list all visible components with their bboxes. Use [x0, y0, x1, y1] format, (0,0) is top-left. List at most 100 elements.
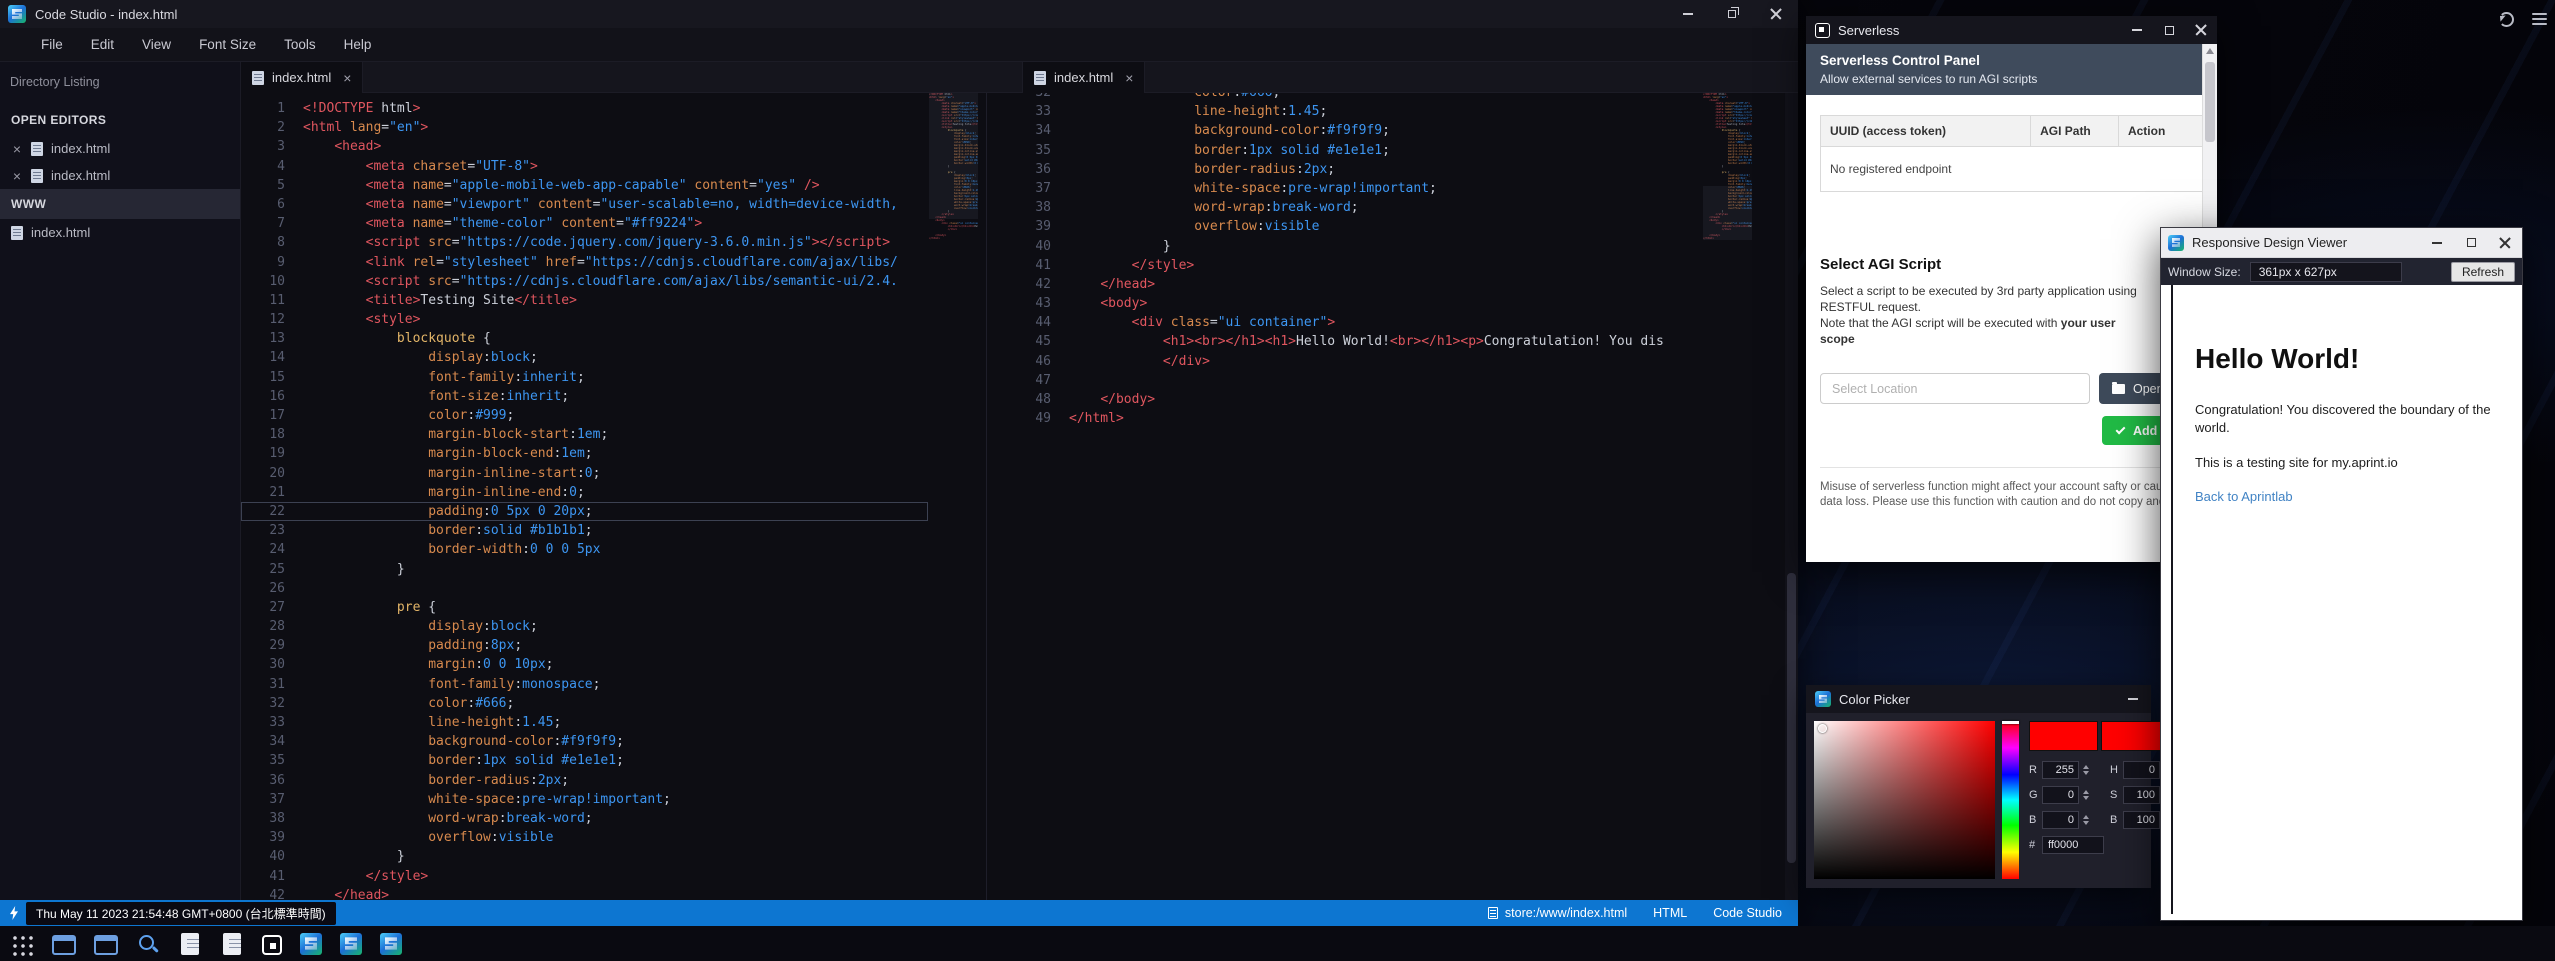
- code-line[interactable]: 36 border-radius:2px;: [987, 160, 1703, 179]
- code-line[interactable]: 1<!DOCTYPE html>: [241, 99, 928, 118]
- code-line[interactable]: 23 border:solid #b1b1b1;: [241, 521, 928, 540]
- stepper-icon[interactable]: [2083, 787, 2089, 803]
- code-line[interactable]: 19 margin-block-end:1em;: [241, 444, 928, 463]
- code-line[interactable]: 43 <body>: [987, 294, 1703, 313]
- menu-item-tools[interactable]: Tools: [271, 31, 329, 58]
- saturation-value[interactable]: 100: [2123, 786, 2160, 804]
- red-value[interactable]: 255: [2042, 761, 2079, 779]
- code-line[interactable]: 30 margin:0 0 10px;: [241, 655, 928, 674]
- tab-index-html-2[interactable]: index.html ×: [1022, 62, 1145, 93]
- sidebar-item-index.html[interactable]: index.html: [0, 219, 240, 246]
- code-line[interactable]: 32 color:#666;: [241, 694, 928, 713]
- document-icon[interactable]: [181, 933, 199, 955]
- code-studio-icon[interactable]: [300, 933, 322, 955]
- code-line[interactable]: 26: [241, 579, 928, 598]
- code-studio-icon[interactable]: [340, 933, 362, 955]
- minimap[interactable]: <!DOCTYPE html><html lang="en"> <head> <…: [1703, 93, 1752, 240]
- sidebar-section-open-editors[interactable]: OPEN EDITORS: [0, 105, 240, 135]
- sidebar-item-index.html[interactable]: ×index.html: [0, 135, 240, 162]
- code-line[interactable]: 24 border-width:0 0 0 5px: [241, 540, 928, 559]
- code-line[interactable]: 7 <meta name="theme-color" content="#ff9…: [241, 214, 928, 233]
- code-line[interactable]: 32 color:#666;: [987, 93, 1703, 102]
- editor-pane-left[interactable]: 1<!DOCTYPE html>2<html lang="en">3 <head…: [241, 93, 986, 900]
- code-line[interactable]: 34 background-color:#f9f9f9;: [987, 121, 1703, 140]
- code-line[interactable]: 40 }: [987, 237, 1703, 256]
- minimap-viewport[interactable]: [929, 93, 978, 219]
- minimap[interactable]: <!DOCTYPE html><html lang="en"> <head> <…: [929, 93, 978, 240]
- code-line[interactable]: 9 <link rel="stylesheet" href="https://c…: [241, 253, 928, 272]
- code-line[interactable]: 29 padding:8px;: [241, 636, 928, 655]
- code-line[interactable]: 33 line-height:1.45;: [241, 713, 928, 732]
- code-line[interactable]: 46 </div>: [987, 352, 1703, 371]
- code-line[interactable]: 2<html lang="en">: [241, 118, 928, 137]
- code-line[interactable]: 18 margin-block-start:1em;: [241, 425, 928, 444]
- menu-item-file[interactable]: File: [28, 31, 76, 58]
- stepper-icon[interactable]: [2083, 812, 2089, 828]
- hex-value[interactable]: ff0000: [2042, 836, 2104, 854]
- code-line[interactable]: 35 border:1px solid #e1e1e1;: [241, 751, 928, 770]
- code-studio-icon[interactable]: [380, 933, 402, 955]
- scrollbar-thumb[interactable]: [1787, 573, 1796, 863]
- code-line[interactable]: 42 </head>: [241, 886, 928, 900]
- minimize-button[interactable]: [1666, 0, 1710, 28]
- code-line[interactable]: 6 <meta name="viewport" content="user-sc…: [241, 195, 928, 214]
- hue-cursor[interactable]: [2002, 721, 2019, 724]
- maximize-button[interactable]: [2153, 16, 2185, 44]
- minimap-viewport[interactable]: [1703, 186, 1752, 240]
- status-language[interactable]: HTML: [1653, 906, 1687, 920]
- code-line[interactable]: 37 white-space:pre-wrap!important;: [241, 790, 928, 809]
- code-line[interactable]: 13 blockquote {: [241, 329, 928, 348]
- scroll-up-icon[interactable]: [2203, 44, 2217, 59]
- location-input[interactable]: [1820, 373, 2090, 404]
- editor-pane-right[interactable]: 32 color:#666;33 line-height:1.45;34 bac…: [987, 93, 1798, 900]
- code-line[interactable]: 20 margin-inline-start:0;: [241, 464, 928, 483]
- scrollbar[interactable]: [1785, 93, 1798, 900]
- code-line[interactable]: 10 <script src="https://cdnjs.cloudflare…: [241, 272, 928, 291]
- window-icon[interactable]: [52, 935, 76, 955]
- code-line[interactable]: 8 <script src="https://code.jquery.com/j…: [241, 233, 928, 252]
- code-line[interactable]: 41 </style>: [241, 867, 928, 886]
- code-line[interactable]: 40 }: [241, 847, 928, 866]
- code-line[interactable]: 12 <style>: [241, 310, 928, 329]
- code-line[interactable]: 22 padding:0 5px 0 20px;: [241, 502, 928, 521]
- code-line[interactable]: 33 line-height:1.45;: [987, 102, 1703, 121]
- code-line[interactable]: 42 </head>: [987, 275, 1703, 294]
- serverless-icon[interactable]: [262, 935, 282, 955]
- code-line[interactable]: 45 <h1><br></h1><h1>Hello World!<br></h1…: [987, 332, 1703, 351]
- app-grid-icon[interactable]: [10, 932, 34, 956]
- code-line[interactable]: 41 </style>: [987, 256, 1703, 275]
- code-line[interactable]: 5 <meta name="apple-mobile-web-app-capab…: [241, 176, 928, 195]
- code-line[interactable]: 38 word-wrap:break-word;: [987, 198, 1703, 217]
- restore-button[interactable]: [1710, 0, 1754, 28]
- minimize-button[interactable]: [2121, 16, 2153, 44]
- code-line[interactable]: 39 overflow:visible: [987, 217, 1703, 236]
- code-line[interactable]: 37 white-space:pre-wrap!important;: [987, 179, 1703, 198]
- menu-item-font-size[interactable]: Font Size: [186, 31, 269, 58]
- blue-value[interactable]: 0: [2042, 811, 2079, 829]
- minimize-button[interactable]: [2115, 685, 2151, 713]
- green-value[interactable]: 0: [2042, 786, 2079, 804]
- code-line[interactable]: 39 overflow:visible: [241, 828, 928, 847]
- code-line[interactable]: 48 </body>: [987, 390, 1703, 409]
- close-icon[interactable]: ×: [11, 141, 23, 157]
- hue-slider[interactable]: [2002, 721, 2019, 879]
- close-button[interactable]: [2185, 16, 2217, 44]
- window-size-input[interactable]: [2250, 262, 2402, 282]
- remote-icon[interactable]: [9, 906, 19, 920]
- code-line[interactable]: 35 border:1px solid #e1e1e1;: [987, 141, 1703, 160]
- back-link[interactable]: Back to Aprintlab: [2195, 489, 2293, 504]
- code-line[interactable]: 16 font-size:inherit;: [241, 387, 928, 406]
- sidebar-item-index.html[interactable]: ×index.html: [0, 162, 240, 189]
- close-button[interactable]: [1754, 0, 1798, 28]
- brightness-value[interactable]: 100: [2123, 811, 2160, 829]
- code-line[interactable]: 38 word-wrap:break-word;: [241, 809, 928, 828]
- code-line[interactable]: 27 pre {: [241, 598, 928, 617]
- minimize-button[interactable]: [2420, 228, 2454, 257]
- saturation-value-picker[interactable]: [1814, 721, 1995, 879]
- sidebar-section-www[interactable]: WWW: [0, 189, 240, 219]
- search-icon[interactable]: [136, 932, 160, 956]
- refresh-icon[interactable]: [2499, 12, 2514, 27]
- code-line[interactable]: 21 margin-inline-end:0;: [241, 483, 928, 502]
- code-line[interactable]: 28 display:block;: [241, 617, 928, 636]
- hue-value[interactable]: 0: [2123, 761, 2160, 779]
